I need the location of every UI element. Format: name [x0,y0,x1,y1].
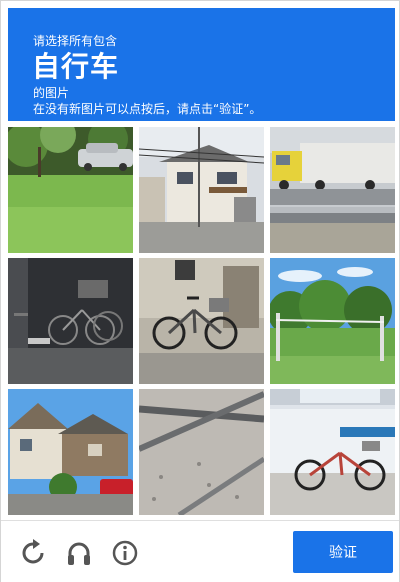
image-tile-r1c2[interactable] [139,127,264,253]
image-tile-r2c3[interactable] [270,258,395,384]
image-tile-r1c3[interactable] [270,127,395,253]
info-icon-glyph [112,540,138,566]
image-tile-r3c3[interactable] [270,389,395,515]
image-tile-r3c2[interactable] [139,389,264,515]
tile-image-house [139,127,264,253]
info-icon[interactable] [109,537,141,569]
reload-icon[interactable] [17,537,49,569]
instruction-line: 请选择所有包含 [33,34,118,48]
image-tile-r2c1[interactable] [8,258,133,384]
tile-image-houses-car [8,389,133,515]
image-tile-r1c1[interactable] [8,127,133,253]
target-keyword: 自行车 [32,50,120,83]
image-tile-r2c2[interactable] [139,258,264,384]
image-grid [8,127,395,515]
captcha-header: 请选择所有包含 自行车 的图片 在没有新图片可以点按后，请点击“验证”。 [8,8,395,121]
tile-image-lawn [8,127,133,253]
image-tile-r3c1[interactable] [8,389,133,515]
tile-image-truck [270,127,395,253]
reload-icon-glyph [22,539,44,564]
tile-image-bicycle-house [139,258,264,384]
tile-image-fence-trees [270,258,395,384]
instruction-suffix: 的图片 [33,86,70,100]
captcha-widget: 请选择所有包含 自行车 的图片 在没有新图片可以点按后，请点击“验证”。 验证 [0,0,400,582]
tile-image-pipes-gravel [139,389,264,515]
captcha-footer: 验证 [1,520,399,582]
instruction-hint: 在没有新图片可以点按后，请点击“验证”。 [33,102,262,116]
tile-image-garage-bicycles [8,258,133,384]
headphones-icon-glyph [68,542,90,565]
tile-image-shop-bicycle [270,389,395,515]
headphones-icon[interactable] [63,537,95,569]
verify-button[interactable]: 验证 [293,531,393,573]
